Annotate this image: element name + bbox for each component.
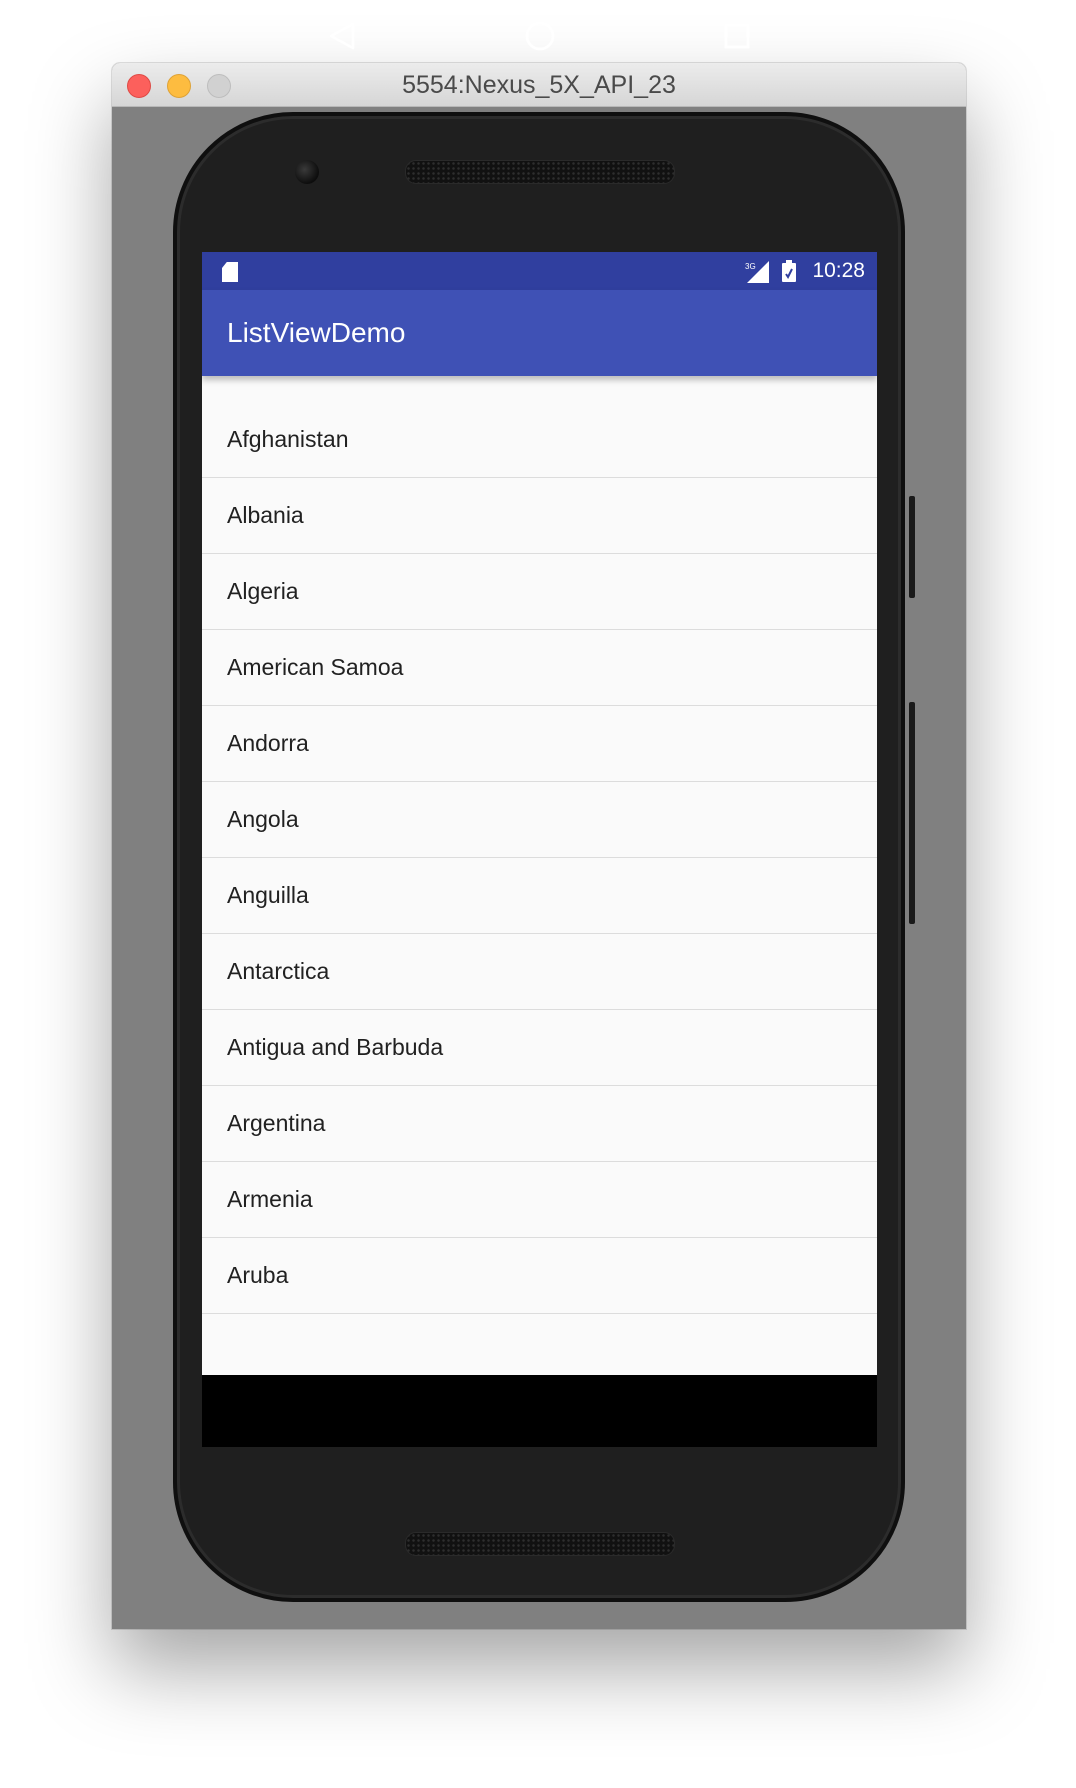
sd-card-icon <box>222 262 238 282</box>
list-item-label: Argentina <box>227 1110 326 1136</box>
list-item[interactable]: Argentina <box>202 1086 877 1162</box>
power-button <box>909 496 915 598</box>
list-item[interactable]: Andorra <box>202 706 877 782</box>
home-button[interactable] <box>504 0 576 72</box>
navigation-bar <box>202 1375 877 1447</box>
top-speaker <box>405 160 675 184</box>
back-button[interactable] <box>306 0 378 72</box>
list-item[interactable]: Albania <box>202 478 877 554</box>
list-item-label: Aruba <box>227 1262 289 1288</box>
battery-icon <box>782 260 796 282</box>
status-bar: 3G 10:28 <box>202 252 877 290</box>
recents-button[interactable] <box>701 0 773 72</box>
list-item-label: American Samoa <box>227 654 404 680</box>
bottom-speaker <box>405 1532 675 1556</box>
list-item-label: Antigua and Barbuda <box>227 1034 444 1060</box>
device-screen: 3G 10:28 ListViewDemo Afghanistan Albani… <box>202 252 877 1447</box>
volume-rocker <box>909 702 915 924</box>
svg-text:3G: 3G <box>745 262 756 271</box>
list-item[interactable]: Armenia <box>202 1162 877 1238</box>
list-item-label: Algeria <box>227 578 299 604</box>
list-item-label: Andorra <box>227 730 309 756</box>
home-icon <box>525 21 555 51</box>
list-item[interactable]: Anguilla <box>202 858 877 934</box>
signal-icon: 3G <box>745 261 769 283</box>
list-item-label: Anguilla <box>227 882 309 908</box>
list-item[interactable]: Angola <box>202 782 877 858</box>
list-item[interactable]: Afghanistan <box>202 402 877 478</box>
app-bar: ListViewDemo <box>202 290 877 376</box>
list-item[interactable]: American Samoa <box>202 630 877 706</box>
list-item[interactable]: Antigua and Barbuda <box>202 1010 877 1086</box>
list-item-label: Armenia <box>227 1186 313 1212</box>
list-item-label: Afghanistan <box>227 426 349 452</box>
country-list[interactable]: Afghanistan Albania Algeria American Sam… <box>202 402 877 1314</box>
list-item-label: Albania <box>227 502 304 528</box>
list-item[interactable]: Antarctica <box>202 934 877 1010</box>
list-item[interactable]: Aruba <box>202 1238 877 1314</box>
list-item[interactable]: Algeria <box>202 554 877 630</box>
list-item-label: Angola <box>227 806 299 832</box>
status-clock: 10:28 <box>812 259 865 282</box>
recents-icon <box>724 23 750 49</box>
app-title: ListViewDemo <box>227 317 406 348</box>
front-camera-icon <box>295 160 319 184</box>
back-icon <box>329 22 355 50</box>
list-item-label: Antarctica <box>227 958 330 984</box>
